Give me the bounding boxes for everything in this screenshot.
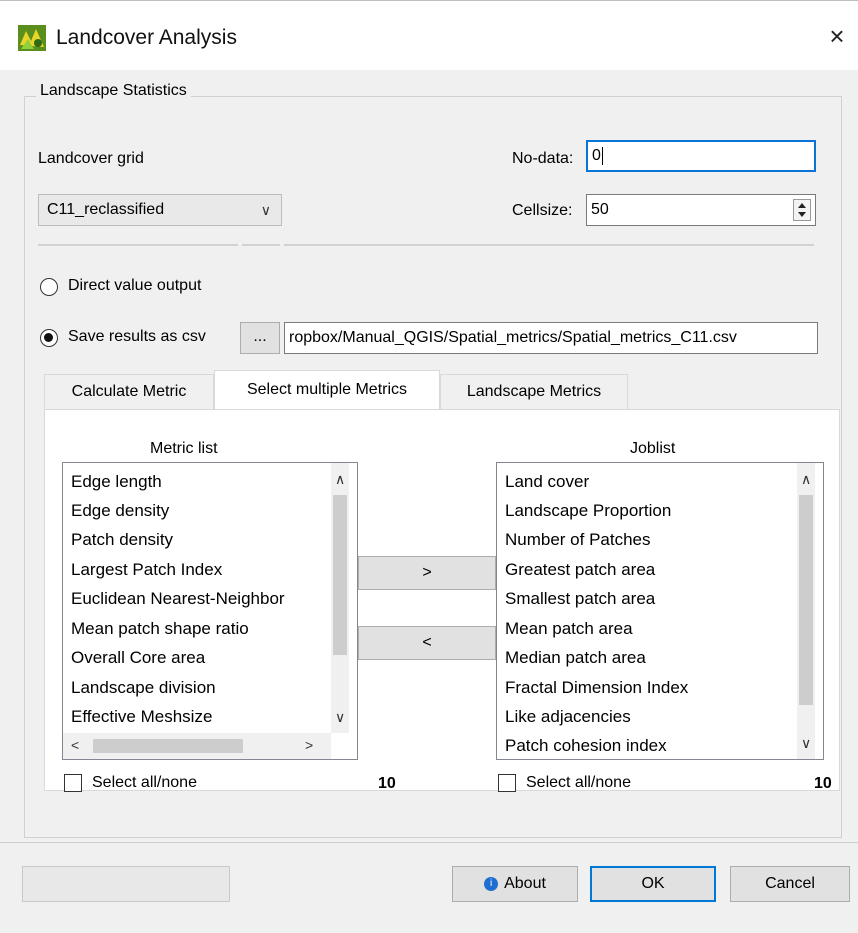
- browse-button[interactable]: ...: [240, 322, 280, 354]
- list-item[interactable]: Smallest patch area: [505, 589, 655, 609]
- spin-down-icon[interactable]: [798, 212, 806, 217]
- csv-path-input[interactable]: ropbox/Manual_QGIS/Spatial_metrics/Spati…: [284, 322, 818, 354]
- list-item[interactable]: Median patch area: [505, 648, 646, 668]
- list-item[interactable]: Euclidean Nearest-Neighbor: [71, 589, 331, 609]
- info-icon: i: [484, 876, 499, 891]
- blank-button[interactable]: [22, 866, 230, 902]
- save-csv-radio[interactable]: [40, 329, 58, 347]
- scroll-down-icon[interactable]: ∨: [335, 709, 345, 726]
- scroll-thumb[interactable]: [799, 495, 813, 705]
- tab-label: Select multiple Metrics: [246, 381, 408, 398]
- metric-count: 10: [378, 775, 396, 792]
- separator: [242, 244, 280, 246]
- scroll-thumb[interactable]: [333, 495, 347, 655]
- joblist-select-all-checkbox[interactable]: [498, 774, 516, 792]
- list-item[interactable]: Effective Meshsize: [71, 707, 212, 727]
- list-item[interactable]: Landscape division: [71, 678, 216, 698]
- list-item[interactable]: Land cover: [505, 472, 589, 492]
- metric-vertical-scrollbar[interactable]: ∧ ∨: [331, 463, 349, 733]
- list-item[interactable]: Patch density: [71, 530, 173, 550]
- cellsize-spinbox[interactable]: 50: [586, 194, 816, 226]
- list-item[interactable]: Edge length: [71, 472, 162, 492]
- joblist-header: Joblist: [630, 440, 676, 457]
- separator: [38, 244, 238, 246]
- cellsize-label: Cellsize:: [512, 202, 573, 219]
- metric-horizontal-scrollbar[interactable]: < >: [63, 733, 331, 759]
- add-to-joblist-button[interactable]: >: [358, 556, 496, 590]
- direct-output-radio[interactable]: [40, 278, 58, 296]
- tab-landscape-metrics[interactable]: Landscape Metrics: [440, 374, 628, 410]
- tab-label: Landscape Metrics: [466, 383, 602, 400]
- separator: [284, 244, 814, 246]
- metric-select-all-label: Select all/none: [92, 774, 197, 791]
- remove-from-joblist-button[interactable]: <: [358, 626, 496, 660]
- window-title: Landcover Analysis: [56, 26, 237, 49]
- joblist-count: 10: [814, 775, 832, 792]
- scroll-up-icon[interactable]: ∧: [335, 471, 345, 488]
- cancel-button[interactable]: Cancel: [730, 866, 850, 902]
- nodata-label: No-data:: [512, 150, 574, 167]
- tab-label: Calculate Metric: [71, 383, 187, 400]
- direct-output-label: Direct value output: [68, 277, 202, 294]
- list-item[interactable]: Mean patch shape ratio: [71, 619, 249, 639]
- scroll-up-icon[interactable]: ∧: [801, 471, 811, 488]
- list-item[interactable]: Like adjacencies: [505, 707, 631, 727]
- csv-path-value: ropbox/Manual_QGIS/Spatial_metrics/Spati…: [289, 329, 737, 346]
- text-cursor: [601, 146, 603, 165]
- nodata-input[interactable]: 0: [586, 140, 816, 172]
- close-icon: ×: [829, 21, 845, 51]
- group-title: Landscape Statistics: [36, 82, 191, 100]
- list-item[interactable]: Overall Core area: [71, 648, 205, 668]
- list-item[interactable]: Fractal Dimension Index: [505, 678, 688, 698]
- list-item[interactable]: Mean patch area: [505, 619, 633, 639]
- list-item[interactable]: Landscape Proportion: [505, 501, 671, 521]
- scroll-down-icon[interactable]: ∨: [801, 735, 811, 752]
- about-label: About: [504, 875, 546, 892]
- about-button[interactable]: i About: [452, 866, 578, 902]
- metric-list-header: Metric list: [150, 440, 218, 457]
- list-item[interactable]: Largest Patch Index: [71, 560, 222, 580]
- metric-listbox[interactable]: Edge length Edge density Patch density L…: [62, 462, 358, 760]
- spin-buttons[interactable]: [793, 199, 811, 221]
- landcover-grid-label: Landcover grid: [38, 150, 144, 167]
- scroll-left-icon[interactable]: <: [71, 737, 79, 753]
- list-item[interactable]: Greatest patch area: [505, 560, 655, 580]
- footer-separator: [0, 842, 858, 843]
- scroll-right-icon[interactable]: >: [305, 737, 313, 753]
- landcover-grid-value: C11_reclassified: [47, 201, 165, 218]
- tab-calculate-metric[interactable]: Calculate Metric: [44, 374, 214, 410]
- list-item[interactable]: Patch cohesion index: [505, 736, 667, 756]
- qgis-plugin-icon: [18, 25, 46, 51]
- list-item[interactable]: Edge density: [71, 501, 169, 521]
- title-bar: Landcover Analysis ×: [0, 0, 858, 70]
- list-item[interactable]: Number of Patches: [505, 530, 651, 550]
- close-button[interactable]: ×: [822, 19, 852, 53]
- metric-select-all-checkbox[interactable]: [64, 774, 82, 792]
- landcover-grid-select[interactable]: C11_reclassified ∨: [38, 194, 282, 226]
- ok-button[interactable]: OK: [590, 866, 716, 902]
- chevron-down-icon: ∨: [260, 202, 271, 218]
- tab-select-multiple-metrics[interactable]: Select multiple Metrics: [214, 370, 440, 410]
- nodata-value: 0: [592, 147, 601, 164]
- cellsize-value: 50: [591, 201, 609, 218]
- save-csv-label: Save results as csv: [68, 328, 206, 345]
- joblist-listbox[interactable]: Land cover Landscape Proportion Number o…: [496, 462, 824, 760]
- joblist-select-all-label: Select all/none: [526, 774, 631, 791]
- scroll-thumb[interactable]: [93, 739, 243, 753]
- joblist-vertical-scrollbar[interactable]: ∧ ∨: [797, 463, 815, 759]
- landcover-analysis-dialog: Landcover Analysis × Landscape Statistic…: [0, 0, 858, 933]
- spin-up-icon[interactable]: [798, 203, 806, 208]
